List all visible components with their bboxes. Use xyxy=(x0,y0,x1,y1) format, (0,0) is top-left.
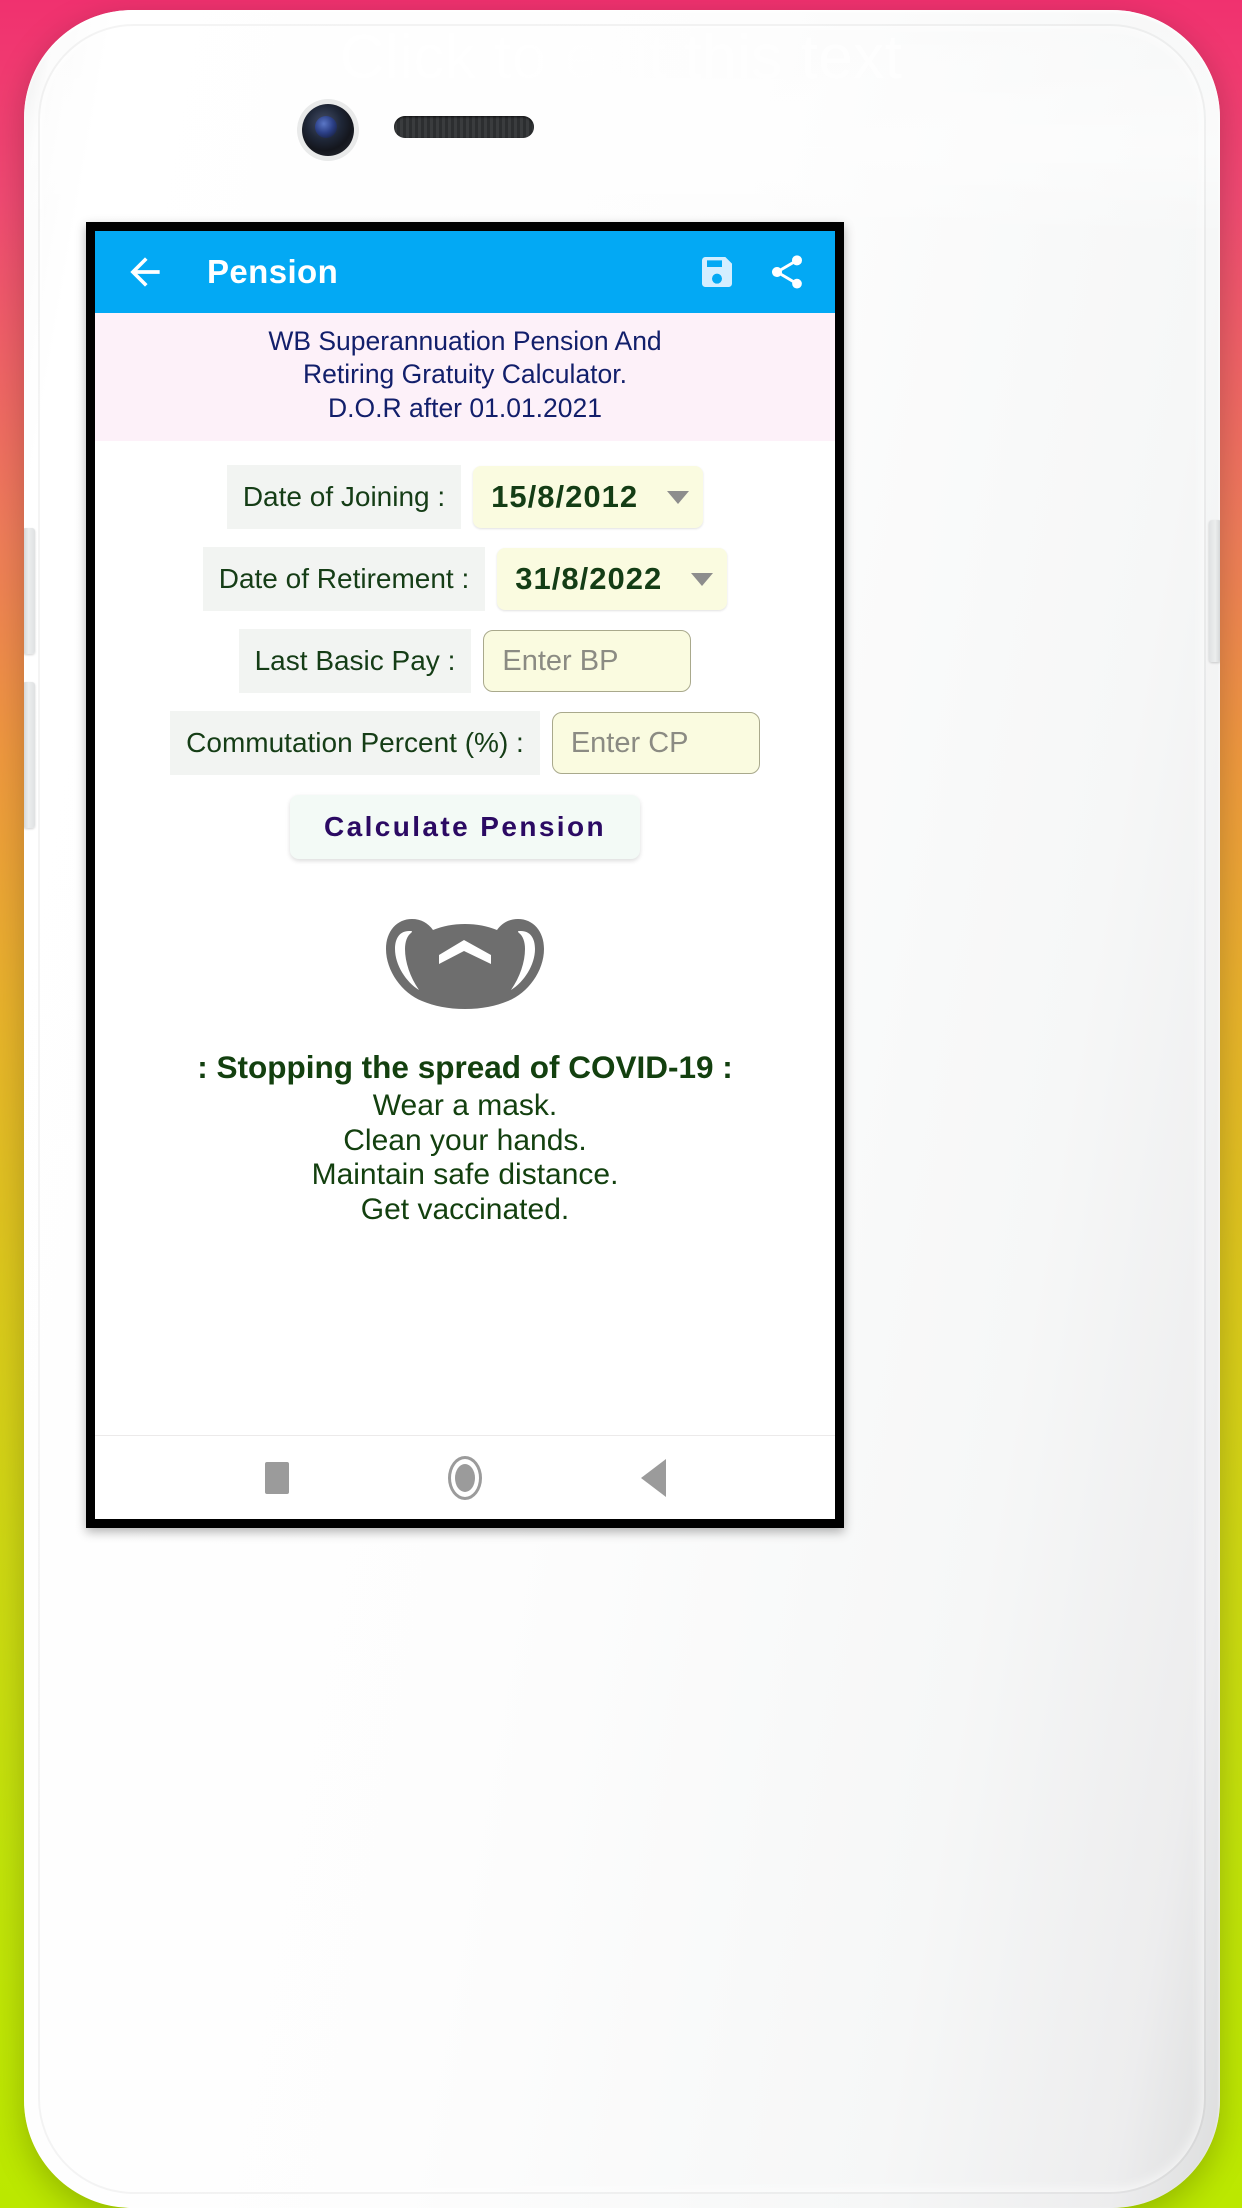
covid-message: : Stopping the spread of COVID-19 : Wear… xyxy=(95,1049,835,1227)
android-navigation-bar xyxy=(95,1435,835,1519)
input-last-basic-pay[interactable]: Enter BP xyxy=(483,630,692,693)
covid-heading: : Stopping the spread of COVID-19 : xyxy=(197,1049,733,1086)
label-last-basic-pay: Last Basic Pay : xyxy=(238,629,472,694)
app-screen: Pension WB Superannuation Pension And Re… xyxy=(95,231,835,1519)
face-mask-icon xyxy=(386,919,544,1010)
dropdown-date-of-joining-value: 15/8/2012 xyxy=(491,479,639,515)
banner-line-3: D.O.R after 01.01.2021 xyxy=(328,392,602,423)
input-commutation-percent[interactable]: Enter CP xyxy=(551,712,760,775)
banner-line-2: Retiring Gratuity Calculator. xyxy=(302,359,628,390)
label-commutation-percent: Commutation Percent (%) : xyxy=(170,711,540,776)
power-button[interactable] xyxy=(1209,520,1220,662)
covid-line-3: Maintain safe distance. xyxy=(311,1158,619,1192)
back-arrow-icon[interactable] xyxy=(123,250,167,294)
covid-illustration xyxy=(95,911,835,1015)
covid-line-4: Get vaccinated. xyxy=(360,1192,570,1226)
screen-bezel: Pension WB Superannuation Pension And Re… xyxy=(86,222,844,1528)
label-date-of-retirement: Date of Retirement : xyxy=(202,547,486,612)
app-bar-title: Pension xyxy=(207,253,339,290)
phone-body-sheen xyxy=(24,10,1220,240)
covid-line-2: Clean your hands. xyxy=(343,1123,587,1157)
calculate-button-container: Calculate Pension xyxy=(95,795,835,860)
form-row-date-of-joining: Date of Joining : 15/8/2012 xyxy=(95,465,835,530)
covid-line-1: Wear a mask. xyxy=(372,1089,558,1123)
form-row-commutation-percent: Commutation Percent (%) : Enter CP xyxy=(95,711,835,776)
app-bar: Pension xyxy=(95,231,835,313)
label-date-of-joining: Date of Joining : xyxy=(226,465,462,530)
home-circle-icon[interactable] xyxy=(447,1455,482,1500)
pension-form: Date of Joining : 15/8/2012 Date of Reti… xyxy=(95,441,835,860)
banner-line-1: WB Superannuation Pension And xyxy=(268,326,662,356)
dropdown-date-of-retirement[interactable]: 31/8/2022 xyxy=(497,548,728,611)
form-row-last-basic-pay: Last Basic Pay : Enter BP xyxy=(95,629,835,694)
share-icon[interactable] xyxy=(767,252,807,292)
camera-lens-icon xyxy=(302,104,354,156)
calculator-description-banner: WB Superannuation Pension And Retiring G… xyxy=(95,313,835,442)
input-commutation-percent-placeholder: Enter CP xyxy=(570,726,689,759)
recents-square-icon[interactable] xyxy=(264,1461,289,1494)
dropdown-date-of-joining[interactable]: 15/8/2012 xyxy=(473,466,704,529)
chevron-down-icon xyxy=(667,490,690,504)
volume-down-button[interactable] xyxy=(24,682,35,828)
earpiece-speaker-icon xyxy=(394,116,534,138)
volume-up-button[interactable] xyxy=(24,528,35,654)
form-row-date-of-retirement: Date of Retirement : 31/8/2022 xyxy=(95,547,835,612)
back-triangle-icon[interactable] xyxy=(640,1458,666,1497)
dropdown-date-of-retirement-value: 31/8/2022 xyxy=(515,561,663,597)
chevron-down-icon xyxy=(691,572,714,586)
save-floppy-icon[interactable] xyxy=(697,252,737,292)
calculate-pension-button[interactable]: Calculate Pension xyxy=(290,795,640,860)
input-last-basic-pay-placeholder: Enter BP xyxy=(502,644,619,677)
phone-device: Pension WB Superannuation Pension And Re… xyxy=(24,10,1220,2208)
